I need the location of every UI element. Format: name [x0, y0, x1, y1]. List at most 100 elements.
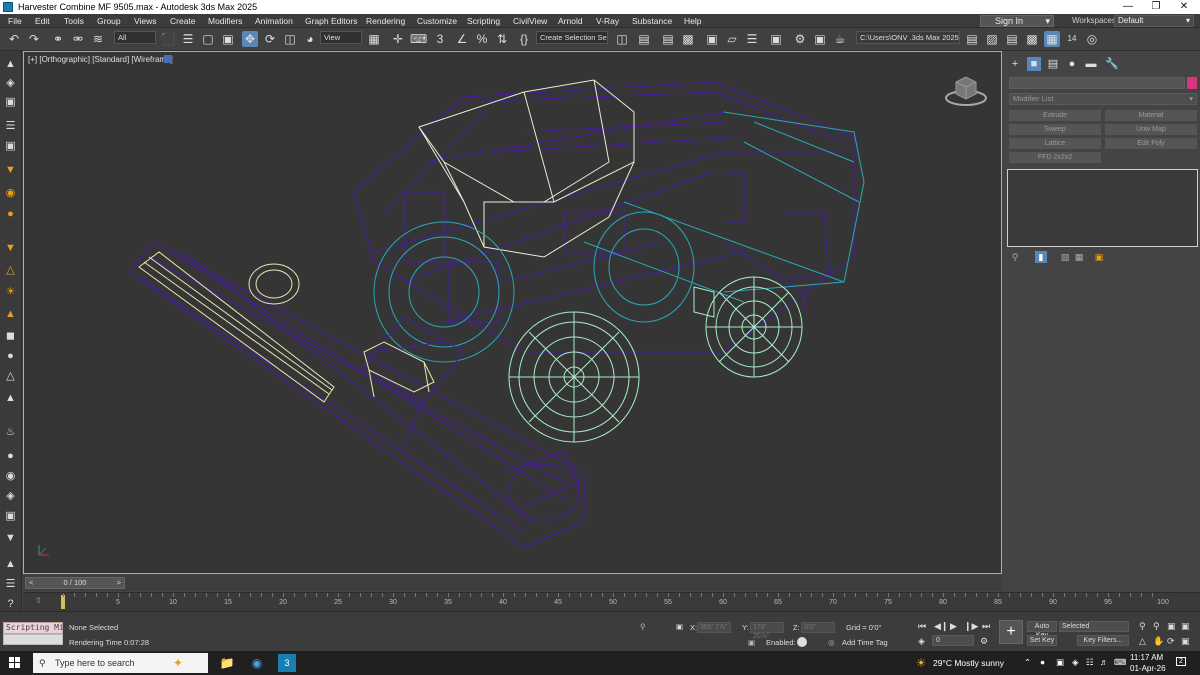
taskbar-search[interactable]: ⚲ Type here to search ✦: [33, 653, 208, 673]
extrude-button[interactable]: Extrude: [1009, 110, 1101, 121]
spinner-snap-icon[interactable]: ⇅: [494, 31, 510, 47]
snaps-toggle-icon[interactable]: 3: [432, 31, 448, 47]
minimize-button[interactable]: —: [1118, 1, 1138, 13]
schematic-view-icon[interactable]: ☰: [744, 31, 760, 47]
time-tag-icon[interactable]: ◎: [828, 638, 835, 647]
y-coordinate-field[interactable]: 178' 20⅞": [750, 622, 784, 640]
window-crossing-icon[interactable]: ▣: [220, 31, 236, 47]
warp-icon[interactable]: ▲: [3, 391, 18, 406]
menu-arnold[interactable]: Arnold: [558, 16, 583, 26]
set-project-folder-icon[interactable]: ▤: [964, 31, 980, 47]
material-editor-icon[interactable]: ▣: [768, 31, 784, 47]
goto-start-icon[interactable]: ⏮: [918, 621, 926, 632]
vray-icon[interactable]: ▼: [3, 531, 18, 546]
hierarchy-tab-icon[interactable]: ▤: [1046, 57, 1060, 71]
named-selection-set-dropdown[interactable]: Create Selection Se: [536, 31, 608, 44]
menu-customize[interactable]: Customize: [417, 16, 457, 26]
workspace-dropdown[interactable]: Default ▾: [1114, 15, 1194, 27]
key-filters-button[interactable]: Key Filters...: [1077, 635, 1129, 646]
set-key-button[interactable]: Set Key: [1027, 635, 1057, 646]
remove-modifier-icon[interactable]: ▦: [1073, 251, 1085, 263]
particles-icon[interactable]: ◉: [3, 469, 18, 484]
undo-icon[interactable]: ↶: [6, 31, 22, 47]
tray-chevron-icon[interactable]: ⌃: [1024, 657, 1031, 668]
make-unique-icon[interactable]: ▧: [1059, 251, 1071, 263]
redo-icon[interactable]: ↷: [26, 31, 42, 47]
scatter-icon[interactable]: ▣: [3, 509, 18, 524]
geometry-icon[interactable]: ◼: [3, 329, 18, 344]
folder-icon[interactable]: ▤: [1004, 31, 1020, 47]
sign-in-dropdown[interactable]: Sign In ▾: [980, 15, 1054, 27]
spot-light-icon[interactable]: ▼: [3, 241, 18, 256]
file-explorer-icon[interactable]: 📁: [218, 654, 236, 672]
menu-vray[interactable]: V-Ray: [596, 16, 619, 26]
configure-sets-icon[interactable]: ▣: [1093, 251, 1105, 263]
3ds-max-taskbar-icon[interactable]: 3: [278, 654, 296, 672]
notifications-badge[interactable]: 2: [1176, 657, 1186, 666]
command-panel-toggle-icon[interactable]: ▦: [1044, 31, 1060, 47]
menu-rendering[interactable]: Rendering: [366, 16, 405, 26]
wireframe-harvester-model[interactable]: [24, 52, 1003, 575]
create-tab-icon[interactable]: +: [1008, 57, 1022, 71]
add-time-tag[interactable]: Add Time Tag: [842, 638, 888, 647]
modifier-list-dropdown[interactable]: Modifier List ▾: [1009, 93, 1197, 105]
zoom-extents-all-icon[interactable]: ▣: [1181, 621, 1190, 632]
slider-left-icon[interactable]: <: [29, 578, 33, 588]
toggle-ribbon-icon[interactable]: ▣: [704, 31, 720, 47]
selection-filter-dropdown[interactable]: All: [114, 31, 156, 44]
clock-time[interactable]: 11:17 AM: [1130, 653, 1163, 662]
time-configuration-icon[interactable]: ⚙: [980, 636, 988, 647]
edit-poly-button[interactable]: Edit Poly: [1105, 138, 1197, 149]
maxscript-output[interactable]: [3, 634, 63, 645]
next-frame-icon[interactable]: ❙▶: [964, 621, 978, 632]
maxscript-listener[interactable]: Scripting Mi: [3, 622, 63, 634]
camera-icon[interactable]: ▣: [3, 139, 18, 154]
goto-end-icon[interactable]: ⏭: [982, 621, 990, 632]
helper-icon[interactable]: △: [3, 369, 18, 384]
modifier-stack[interactable]: [1007, 169, 1198, 247]
set-keys-icon[interactable]: +: [999, 620, 1023, 644]
select-by-name-icon[interactable]: ☰: [180, 31, 196, 47]
z-coordinate-field[interactable]: 0'0": [801, 622, 835, 633]
tray-dropbox-icon[interactable]: ◈: [1072, 657, 1079, 668]
menu-graph-editors[interactable]: Graph Editors: [305, 16, 357, 26]
zoom-extents-icon[interactable]: ▣: [1167, 621, 1176, 632]
menu-civilview[interactable]: CivilView: [513, 16, 547, 26]
render-setup-icon[interactable]: ⚙: [792, 31, 808, 47]
play-icon[interactable]: ▶: [950, 621, 957, 632]
menu-list-icon[interactable]: ☰: [3, 577, 18, 592]
open-asset-tracking-icon[interactable]: ▨: [984, 31, 1000, 47]
angle-snap-icon[interactable]: ∠: [454, 31, 470, 47]
menu-group[interactable]: Group: [97, 16, 121, 26]
slider-right-icon[interactable]: >: [117, 578, 121, 588]
zoom-all-icon[interactable]: ⚲: [1153, 621, 1160, 632]
menu-views[interactable]: Views: [134, 16, 157, 26]
rotate-icon[interactable]: ⟳: [262, 31, 278, 47]
close-button[interactable]: ✕: [1174, 1, 1194, 13]
angle-snap-value[interactable]: 14: [1064, 31, 1080, 47]
layer-explorer-icon[interactable]: ▩: [680, 31, 696, 47]
sweep-button[interactable]: Sweep: [1009, 124, 1101, 135]
browse-folder-icon[interactable]: ▩: [1024, 31, 1040, 47]
auto-key-button[interactable]: Auto Key: [1027, 621, 1057, 639]
scale-icon[interactable]: ◫: [282, 31, 298, 47]
lattice-button[interactable]: Lattice: [1009, 138, 1101, 149]
menu-modifiers[interactable]: Modifiers: [208, 16, 242, 26]
unwrap-map-button[interactable]: Unw Map: [1105, 124, 1197, 135]
zoom-icon[interactable]: ⚲: [1139, 621, 1146, 632]
align-icon[interactable]: ▤: [636, 31, 652, 47]
lock-selection-icon[interactable]: ⚲: [640, 622, 646, 631]
hierarchy-icon[interactable]: ◈: [3, 76, 18, 91]
bind-space-warp-icon[interactable]: ≋: [90, 31, 106, 47]
reference-coordinate-dropdown[interactable]: View: [320, 31, 362, 44]
sun-icon[interactable]: ◉: [3, 186, 18, 201]
create-icon[interactable]: ▲: [3, 57, 18, 72]
material-sphere-icon[interactable]: ●: [3, 449, 18, 464]
tray-app-icon[interactable]: ●: [1040, 657, 1045, 667]
percent-snap-icon[interactable]: %: [474, 31, 490, 47]
field-of-view-icon[interactable]: △: [1139, 636, 1146, 647]
motion-icon[interactable]: ▣: [3, 95, 18, 110]
language-icon[interactable]: ⌨: [1114, 657, 1126, 668]
menu-edit[interactable]: Edit: [35, 16, 50, 26]
pin-stack-icon[interactable]: ⚲: [1009, 251, 1021, 263]
